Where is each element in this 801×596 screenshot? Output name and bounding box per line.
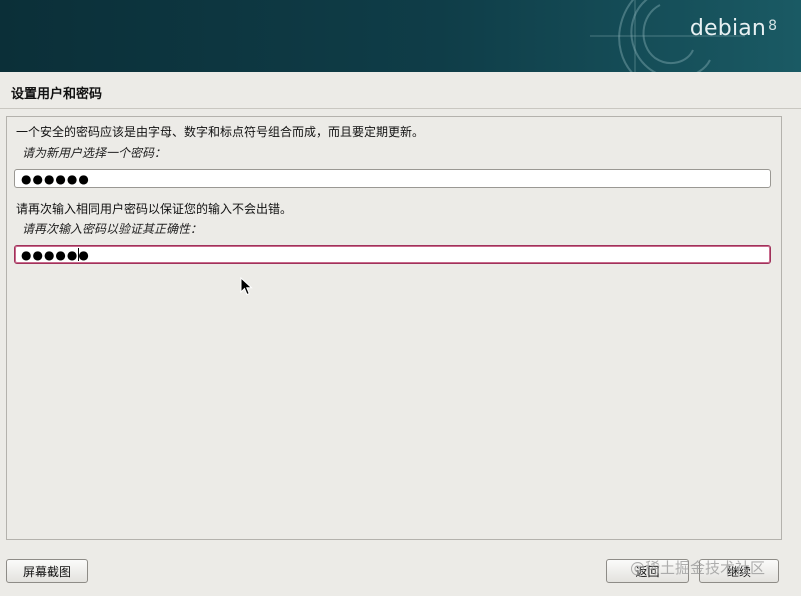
password-field[interactable]: [14, 169, 771, 188]
password-confirm-field[interactable]: [14, 245, 771, 264]
password-confirm-description: 请再次输入相同用户密码以保证您的输入不会出错。: [16, 202, 293, 216]
title-divider: [0, 108, 801, 109]
mouse-pointer-icon: [240, 277, 253, 296]
installer-window: debian 8 设置用户和密码 一个安全的密码应该是由字母、数字和标点符号组合…: [0, 0, 801, 596]
text-caret: [78, 248, 79, 261]
password-description: 一个安全的密码应该是由字母、数字和标点符号组合而成，而且要定期更新。: [16, 125, 425, 139]
debian-logo: debian 8: [690, 16, 777, 41]
brand-version: 8: [768, 18, 777, 34]
password-prompt: 请为新用户选择一个密码：: [22, 146, 167, 160]
page-title: 设置用户和密码: [11, 87, 103, 102]
continue-button[interactable]: 继续: [699, 559, 779, 583]
brand-name: debian: [689, 16, 767, 41]
password-confirm-prompt: 请再次输入密码以验证其正确性：: [22, 222, 203, 236]
back-button[interactable]: 返回: [606, 559, 689, 583]
screenshot-button[interactable]: 屏幕截图: [6, 559, 88, 583]
content-panel: 一个安全的密码应该是由字母、数字和标点符号组合而成，而且要定期更新。 请为新用户…: [6, 116, 782, 540]
debian-banner: debian 8: [0, 0, 801, 72]
